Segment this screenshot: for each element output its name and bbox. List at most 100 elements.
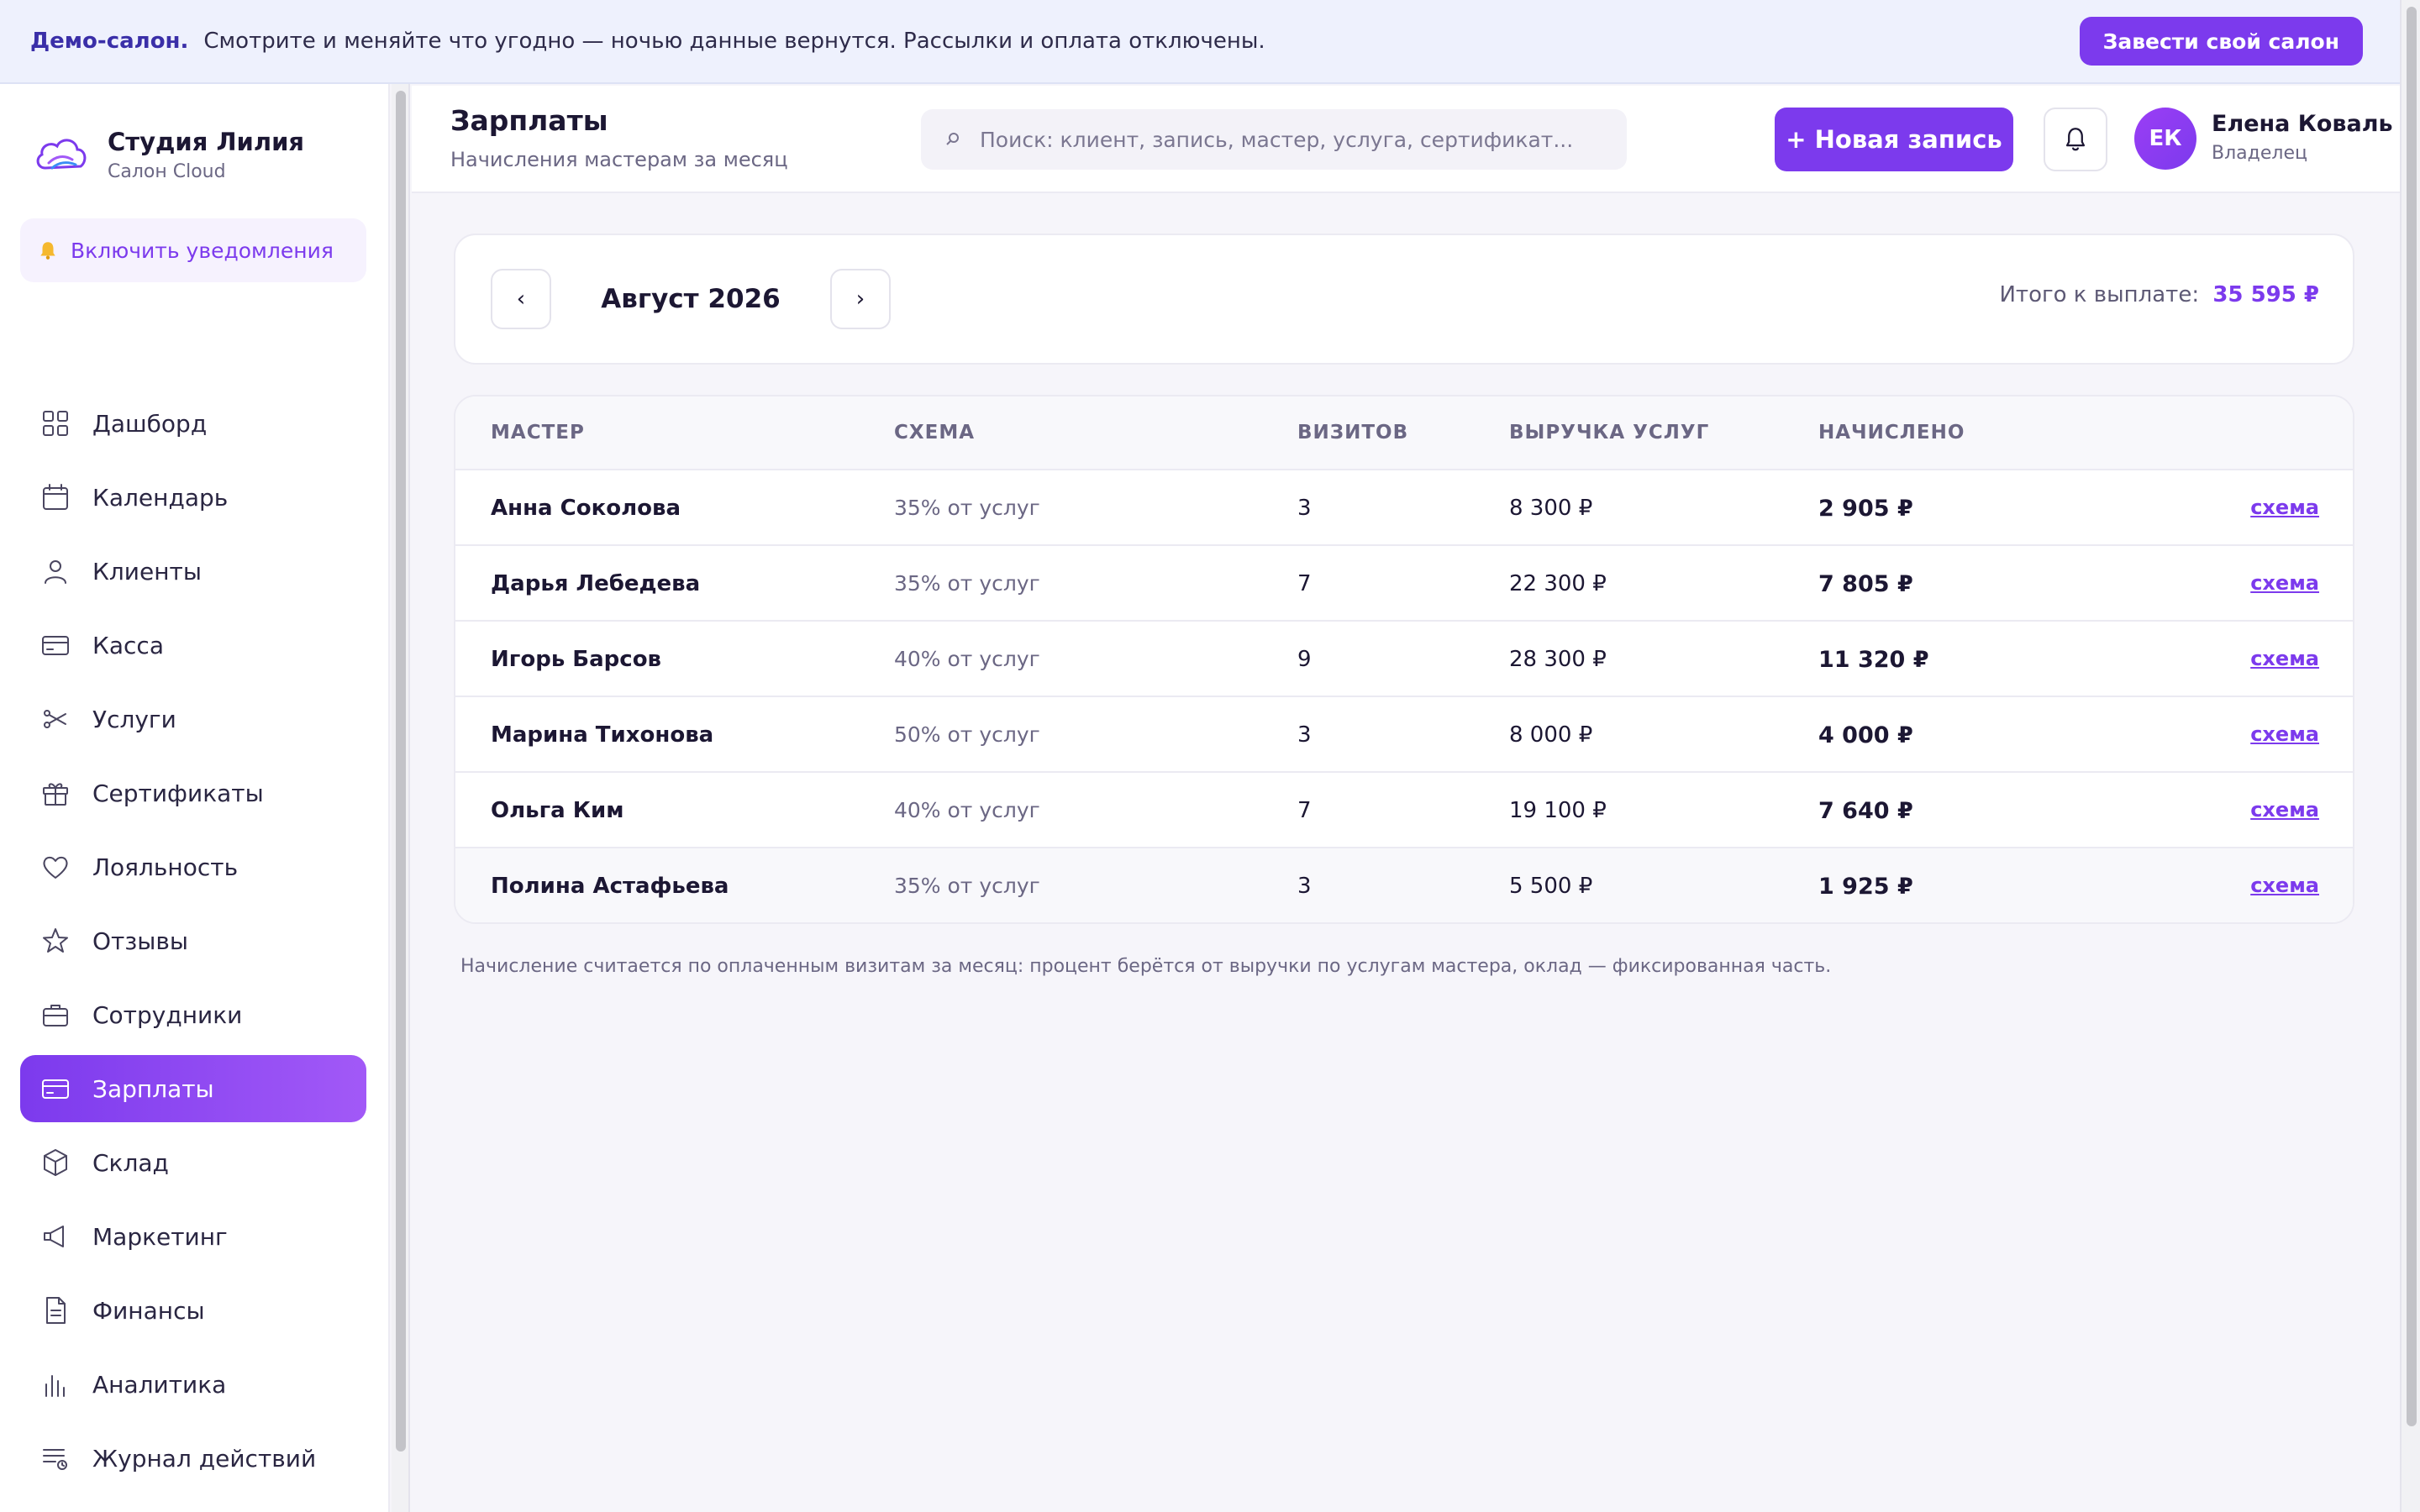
visits-count: 9 — [1297, 647, 1312, 672]
sidebar-item-label: Сертификаты — [92, 779, 264, 807]
sidebar-item-clients[interactable]: Клиенты — [20, 538, 366, 605]
sidebar-item-reviews[interactable]: Отзывы — [20, 907, 366, 974]
notifications-button[interactable] — [2044, 108, 2107, 171]
enable-notifications-button[interactable]: Включить уведомления — [20, 218, 366, 282]
bar-chart-icon — [45, 1375, 65, 1397]
page-title: Зарплаты — [450, 104, 608, 137]
page-subtitle: Начисления мастерам за месяц — [450, 148, 788, 171]
page-scrollbar-thumb[interactable] — [2407, 7, 2417, 1426]
accrued-amount: 7 640 ₽ — [1818, 798, 1913, 824]
visits-count: 3 — [1297, 496, 1312, 521]
master-name: Анна Соколова — [491, 496, 681, 521]
sidebar-item-analytics[interactable]: Аналитика — [20, 1351, 366, 1418]
search-icon — [946, 133, 959, 145]
sidebar-item-salaries[interactable]: Зарплаты — [20, 1055, 366, 1122]
brand-subtitle: Салон Cloud — [108, 161, 226, 182]
sidebar-item-label: Лояльность — [92, 853, 239, 881]
sidebar-item-finance[interactable]: Финансы — [20, 1277, 366, 1344]
sidebar-item-warehouse[interactable]: Склад — [20, 1129, 366, 1196]
accrued-amount: 11 320 ₽ — [1818, 647, 1929, 673]
demo-banner-title: Демо-салон. — [30, 29, 189, 54]
master-name: Марина Тихонова — [491, 722, 714, 748]
sidebar-scrollbar-thumb[interactable] — [396, 91, 406, 1452]
services-revenue: 22 300 ₽ — [1509, 571, 1607, 596]
accrued-amount: 1 925 ₽ — [1818, 874, 1913, 900]
box-icon — [44, 1149, 67, 1176]
visits-count: 3 — [1297, 722, 1312, 748]
sidebar-item-certificates[interactable]: Сертификаты — [20, 759, 366, 827]
search-placeholder: Поиск: клиент, запись, мастер, услуга, с… — [980, 127, 1574, 152]
scheme-link[interactable]: схема — [2250, 874, 2319, 897]
gift-icon — [43, 783, 68, 806]
sidebar-item-label: Маркетинг — [92, 1222, 228, 1251]
visits-count: 7 — [1297, 798, 1312, 823]
column-header-scheme: СХЕМА — [894, 422, 976, 444]
star-icon — [43, 928, 68, 953]
wallet-icon — [42, 1079, 69, 1099]
scheme-link[interactable]: схема — [2250, 798, 2319, 822]
pay-scheme: 40% от услуг — [894, 798, 1040, 822]
log-icon — [43, 1449, 67, 1470]
table-body: Анна Соколова 35% от услуг 3 8 300 ₽ 2 905 ₽… — [455, 470, 2353, 922]
sidebar-item-loyalty[interactable]: Лояльность — [20, 833, 366, 900]
next-month-button[interactable]: › — [830, 269, 891, 329]
brand-name: Студия Лилия — [108, 128, 305, 156]
heart-icon — [43, 856, 68, 879]
accrued-amount: 7 805 ₽ — [1818, 571, 1913, 597]
scheme-link[interactable]: схема — [2250, 722, 2319, 746]
table-header: МАСТЕР СХЕМА ВИЗИТОВ ВЫРУЧКА УСЛУГ НАЧИС… — [455, 396, 2353, 470]
user-avatar[interactable]: ЕК — [2134, 108, 2196, 170]
scheme-link[interactable]: схема — [2250, 647, 2319, 670]
total-payout-label: Итого к выплате: — [1999, 282, 2200, 307]
pay-scheme: 35% от услуг — [894, 571, 1040, 596]
new-appointment-button[interactable]: + Новая запись — [1775, 108, 2013, 171]
sidebar-item-label: Календарь — [92, 483, 229, 512]
column-header-master: МАСТЕР — [491, 422, 585, 444]
sidebar-item-calendar[interactable]: Календарь — [20, 464, 366, 531]
page-scrollbar[interactable] — [2400, 0, 2420, 1512]
user-role: Владелец — [2212, 143, 2307, 164]
demo-banner: Демо-салон. Смотрите и меняйте что угодн… — [0, 0, 2400, 84]
master-name: Полина Астафьева — [491, 874, 729, 899]
visits-count: 7 — [1297, 571, 1312, 596]
column-header-visits: ВИЗИТОВ — [1297, 422, 1409, 444]
brand[interactable]: Студия Лилия Салон Cloud — [34, 128, 304, 182]
bell-icon — [2065, 128, 2086, 151]
enable-notifications-label: Включить уведомления — [71, 238, 334, 263]
table-row: Анна Соколова 35% от услуг 3 8 300 ₽ 2 905 ₽… — [455, 470, 2353, 546]
sidebar-item-journal[interactable]: Журнал действий — [20, 1425, 366, 1492]
accrued-amount: 4 000 ₽ — [1818, 722, 1913, 748]
master-name: Дарья Лебедева — [491, 571, 701, 596]
bell-emoji-icon — [40, 242, 55, 260]
sidebar-item-dashboard[interactable]: Дашборд — [20, 390, 366, 457]
document-icon — [46, 1297, 66, 1324]
services-revenue: 28 300 ₽ — [1509, 647, 1607, 672]
column-header-accrued: НАЧИСЛЕНО — [1818, 422, 1965, 444]
accrued-amount: 2 905 ₽ — [1818, 496, 1913, 522]
sidebar-item-cashbox[interactable]: Касса — [20, 612, 366, 679]
sidebar-item-staff[interactable]: Сотрудники — [20, 981, 366, 1048]
services-revenue: 8 300 ₽ — [1509, 496, 1593, 521]
services-revenue: 19 100 ₽ — [1509, 798, 1607, 823]
column-header-revenue: ВЫРУЧКА УСЛУГ — [1509, 422, 1710, 444]
services-revenue: 8 000 ₽ — [1509, 722, 1593, 748]
sidebar-item-label: Финансы — [92, 1296, 205, 1325]
search-input[interactable]: Поиск: клиент, запись, мастер, услуга, с… — [921, 109, 1627, 170]
sidebar-item-marketing[interactable]: Маркетинг — [20, 1203, 366, 1270]
table-row: Марина Тихонова 50% от услуг 3 8 000 ₽ 4 000… — [455, 697, 2353, 773]
sidebar-scrollbar[interactable] — [392, 84, 410, 1512]
scissors-icon — [44, 710, 66, 728]
create-salon-button[interactable]: Завести свой салон — [2079, 17, 2363, 66]
calendar-icon — [43, 484, 68, 510]
scheme-link[interactable]: схема — [2250, 496, 2319, 519]
sidebar-item-label: Услуги — [92, 705, 176, 733]
user-name: Елена Коваль — [2212, 111, 2393, 137]
month-label: Август 2026 — [601, 284, 781, 314]
scheme-link[interactable]: схема — [2250, 571, 2319, 595]
briefcase-icon — [43, 1005, 68, 1026]
card-icon — [42, 636, 69, 655]
sidebar: Студия Лилия Салон Cloud Включить уведом… — [0, 84, 390, 1512]
sidebar-item-settings[interactable]: Настройки — [20, 1499, 366, 1512]
prev-month-button[interactable]: ‹ — [491, 269, 551, 329]
sidebar-item-services[interactable]: Услуги — [20, 685, 366, 753]
